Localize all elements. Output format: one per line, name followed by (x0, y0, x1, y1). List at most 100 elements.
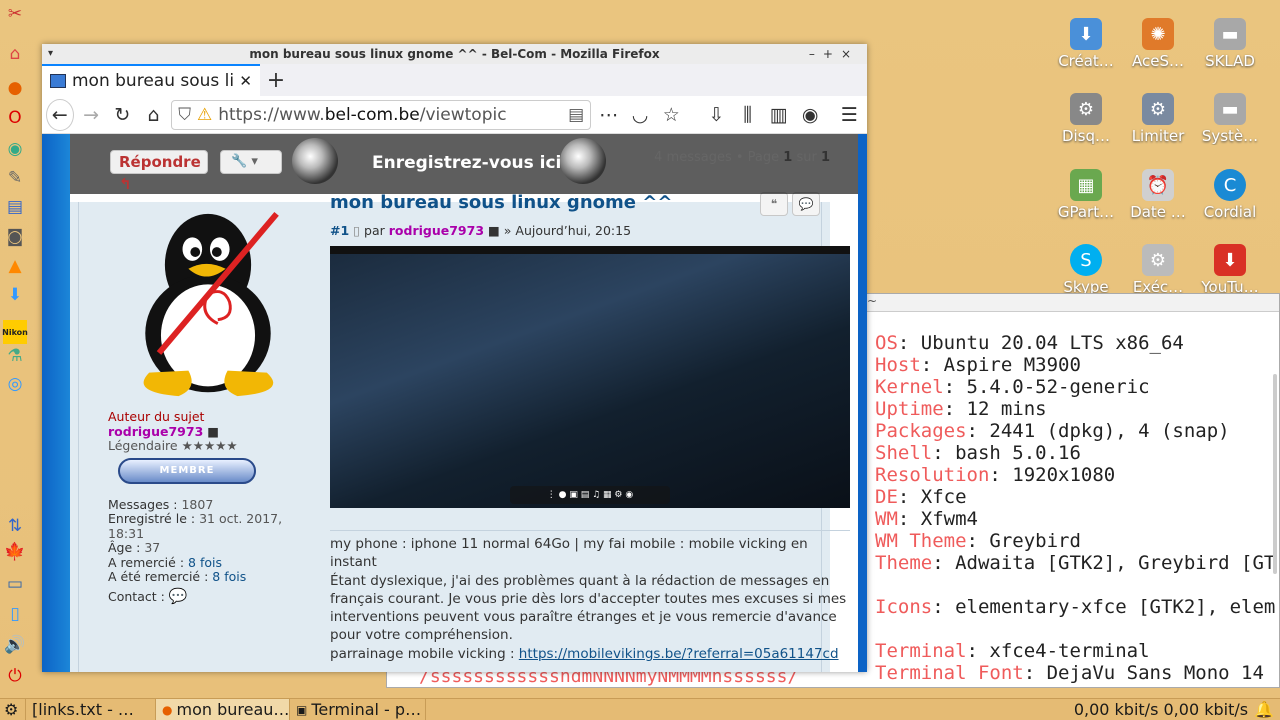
age-label: Âge : (108, 540, 141, 555)
library-icon[interactable]: ⫼ (734, 99, 761, 131)
been-thanked-link[interactable]: 8 fois (212, 569, 246, 584)
url-bar[interactable]: ⛉ ⚠ https://www.bel-com.be/viewtopic ▤ (171, 99, 592, 130)
profile-username[interactable]: rodrigue7973 (108, 424, 203, 439)
desktop-icon-gparted[interactable]: ▦ GPart… (1046, 169, 1126, 221)
window-icon[interactable]: ▯ (3, 602, 27, 626)
vlc-icon[interactable]: ▲ (3, 254, 27, 278)
text-editor-icon[interactable]: ✎ (3, 166, 27, 190)
tools-icon[interactable]: ✂ (3, 2, 27, 26)
reply-bubble-button[interactable]: 💬 (792, 192, 820, 216)
taskbar-item-terminal[interactable]: ▣ Terminal - p… (290, 699, 426, 720)
chrome-icon[interactable]: ◉ (3, 137, 27, 161)
nav-toolbar: ← → ↻ ⌂ ⛉ ⚠ https://www.bel-com.be/viewt… (42, 96, 867, 134)
applications-menu-icon[interactable]: ⚙ (0, 699, 26, 720)
display-icon[interactable]: ▭ (3, 572, 27, 596)
desktop-icon-youtube[interactable]: ⬇ YouTu… (1190, 244, 1270, 296)
pagination-info: 4 messages • Page 1 sur 1 (654, 150, 830, 165)
account-icon[interactable]: ◉ (797, 99, 824, 131)
taskbar-item-links[interactable]: [links.txt - … (26, 699, 156, 720)
home-icon[interactable]: ⌂ (3, 42, 27, 66)
desktop-icon-execute[interactable]: ⚙ Exéc… (1118, 244, 1198, 296)
member-badge: MEMBRE (118, 457, 256, 484)
register-banner[interactable]: Répondre ↰ 🔧 ▾ Enregistrez-vous ici ! 4 … (70, 134, 858, 194)
canada-flag-icon[interactable]: 🍁 (3, 540, 27, 564)
desktop-icon-disks[interactable]: ⚙ Disq… (1046, 93, 1126, 145)
window-menu-icon[interactable]: ▾ (48, 44, 53, 64)
shield-icon[interactable]: ⛉ (178, 105, 191, 125)
document-icon[interactable]: ▤ (3, 195, 27, 219)
terminal-small-icon: ▣ (296, 702, 308, 717)
tab-title: mon bureau sous linux gnome ^^ - Bel-Com (72, 71, 234, 91)
desktop-icon-aces[interactable]: ✺ AceS… (1118, 18, 1198, 70)
reply-button[interactable]: Répondre ↰ (110, 150, 208, 193)
pocket-icon[interactable]: ◡ (626, 99, 653, 131)
bookmark-star-icon[interactable]: ☆ (658, 99, 685, 131)
hamburger-menu-icon[interactable]: ☰ (836, 99, 863, 131)
gparted-icon: ▦ (1070, 169, 1102, 201)
net-down: 0,00 kbit/s (1073, 700, 1159, 719)
reload-button[interactable]: ↻ (109, 99, 136, 131)
sidebar-icon[interactable]: ▥ (765, 99, 792, 131)
desktop-icon-skype[interactable]: S Skype (1046, 244, 1126, 296)
warning-lock-icon[interactable]: ⚠ (197, 105, 212, 125)
taskbar-item-firefox[interactable]: ● mon bureau… (156, 699, 290, 720)
post: Auteur du sujet rodrigue7973 ■ Légendair… (70, 192, 850, 672)
opera-icon[interactable]: O (3, 106, 27, 130)
belgium-flag-icon: ■ (207, 423, 220, 439)
power-icon[interactable]: ⏻ (3, 664, 27, 688)
download-icon[interactable]: ⬇ (3, 283, 27, 307)
window-controls[interactable]: –+× (809, 44, 859, 64)
tab-active[interactable]: mon bureau sous linux gnome ^^ - Bel-Com… (42, 64, 260, 96)
desktop-icon-system[interactable]: ▬ Systè… (1190, 93, 1270, 145)
quote-button[interactable]: ❝ (760, 192, 788, 216)
desktop-icon-date[interactable]: ⏰ Date … (1118, 169, 1198, 221)
signature: my phone : iphone 11 normal 64Go | my fa… (330, 530, 850, 663)
post-author[interactable]: rodrigue7973 (389, 223, 484, 238)
signature-line2: Étant dyslexique, j'ai des problèmes qua… (330, 572, 847, 644)
messages-count[interactable]: 1807 (181, 497, 213, 512)
net-up: 0,00 kbit/s (1163, 700, 1249, 719)
thanked-link[interactable]: 8 fois (188, 555, 222, 570)
register-text[interactable]: Enregistrez-vous ici ! (372, 153, 575, 173)
url-path: /viewtopic (419, 104, 507, 125)
nikon-icon[interactable]: Nikon (2, 320, 28, 344)
desktop-screenshot-image[interactable]: ⋮ ● ▣ ▤ ♫ ▦ ⚙ ◉ (330, 246, 850, 508)
home-button[interactable]: ⌂ (140, 99, 167, 131)
desktop-icon-limiter[interactable]: ⚙ Limiter (1118, 93, 1198, 145)
reply-label: Répondre (119, 153, 201, 171)
firefox-window[interactable]: ▾ mon bureau sous linux gnome ^^ - Bel-C… (42, 44, 867, 672)
taskbar: ⚙ [links.txt - … ● mon bureau… ▣ Terminal … (0, 698, 1280, 720)
terminal-scrollbar[interactable] (1273, 374, 1277, 574)
contact-chat-icon[interactable]: 💬 (169, 587, 188, 605)
screenshot-dock: ⋮ ● ▣ ▤ ♫ ▦ ⚙ ◉ (510, 486, 670, 504)
skype-icon: S (1070, 244, 1102, 276)
camera-icon[interactable]: ◙ (3, 225, 27, 249)
firefox-icon[interactable]: ● (3, 76, 27, 100)
back-button[interactable]: ← (46, 98, 74, 131)
firefox-titlebar[interactable]: ▾ mon bureau sous linux gnome ^^ - Bel-C… (42, 44, 867, 64)
drive-icon: ▬ (1214, 18, 1246, 50)
page-actions-button[interactable]: ⋯ (595, 99, 622, 131)
notification-bell-icon[interactable]: 🔔 (1254, 700, 1280, 719)
chromium-icon[interactable]: ◎ (3, 372, 27, 396)
installer-icon[interactable]: ⚗ (3, 344, 27, 368)
net-monitor[interactable]: 0,00 kbit/s 0,00 kbit/s (1074, 700, 1254, 719)
forward-button[interactable]: → (78, 99, 105, 131)
transfer-icon[interactable]: ⇅ (3, 514, 27, 538)
new-tab-button[interactable]: + (260, 64, 292, 96)
tux-avatar (143, 211, 279, 397)
desktop-icon-create-launcher[interactable]: ⬇ Créat… (1046, 18, 1126, 70)
download-tray-icon[interactable]: ⇩ (703, 99, 730, 131)
referral-link[interactable]: https://mobilevikings.be/?referral=05a61… (519, 646, 839, 662)
reader-view-icon[interactable]: ▤ (568, 105, 584, 125)
desktop-icon-sklad[interactable]: ▬ SKLAD (1190, 18, 1270, 70)
post-number[interactable]: #1 (330, 223, 349, 238)
close-tab-icon[interactable]: ✕ (239, 72, 252, 90)
tools-button[interactable]: 🔧 ▾ (220, 150, 282, 174)
desktop-icon-cordial[interactable]: C Cordial (1190, 169, 1270, 221)
signature-line1: my phone : iphone 11 normal 64Go | my fa… (330, 536, 808, 571)
volume-icon[interactable]: 🔊 (3, 633, 27, 657)
post-title[interactable]: mon bureau sous linux gnome ^^ (330, 192, 672, 213)
taskbar-label-links: [links.txt - … (32, 700, 134, 719)
left-dock: ✂ ⌂ ● O ◉ ✎ ▤ ◙ ▲ ⬇ Nikon ⚗ ◎ ⇅ 🍁 ▭ ▯ 🔊 … (0, 0, 30, 698)
